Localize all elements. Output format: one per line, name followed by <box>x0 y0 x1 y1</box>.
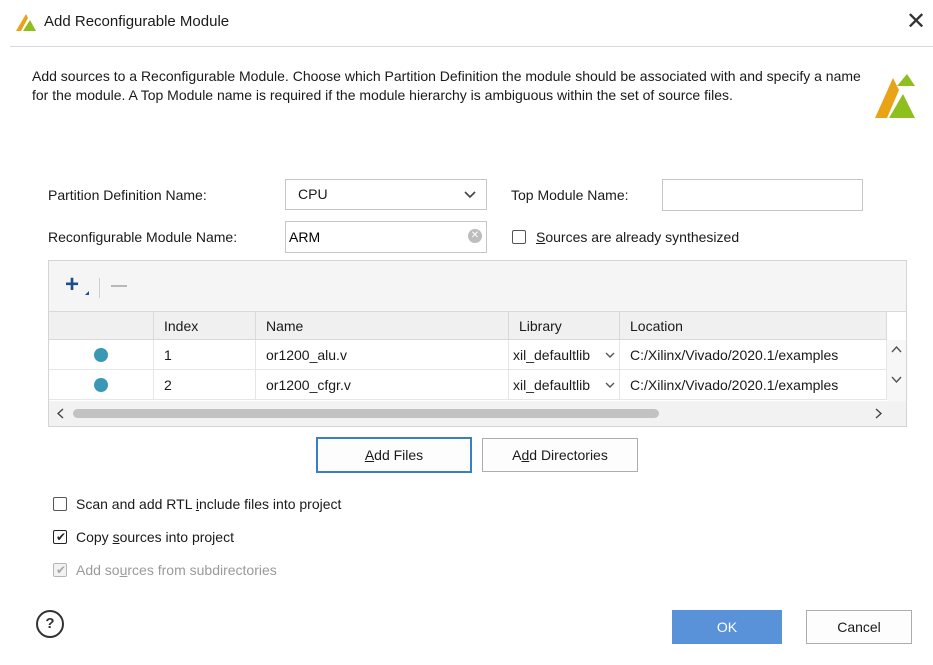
scroll-up-icon[interactable] <box>891 346 902 353</box>
partition-definition-select[interactable]: CPU <box>285 179 487 210</box>
horizontal-scroll-thumb[interactable] <box>73 409 659 418</box>
name-cell: or1200_alu.v <box>256 340 509 370</box>
close-icon[interactable]: ✕ <box>904 8 928 36</box>
chevron-down-icon <box>464 191 476 199</box>
vertical-scrollbar[interactable] <box>887 340 906 402</box>
copy-sources-checkbox[interactable]: ✔ <box>53 530 67 544</box>
help-icon[interactable]: ? <box>36 610 64 638</box>
xilinx-logo-icon <box>16 14 36 31</box>
chevron-down-icon <box>605 382 615 388</box>
column-header-library[interactable]: Library <box>509 312 620 340</box>
location-cell: C:/Xilinx/Vivado/2020.1/examples <box>620 340 887 370</box>
toolbar-separator <box>99 278 100 298</box>
column-header-index[interactable]: Index <box>154 312 256 340</box>
scroll-right-icon[interactable] <box>875 408 882 419</box>
remove-source-minus-icon[interactable] <box>111 285 127 287</box>
scan-include-files-checkbox[interactable] <box>53 497 67 511</box>
cancel-button[interactable]: Cancel <box>806 610 912 644</box>
scroll-down-icon[interactable] <box>891 376 902 383</box>
top-module-label: Top Module Name: <box>511 187 629 203</box>
top-module-input[interactable] <box>662 179 863 211</box>
add-sources-plus-icon[interactable]: + <box>65 273 79 297</box>
dialog-description: Add sources to a Reconfigurable Module. … <box>32 68 861 103</box>
scroll-left-icon[interactable] <box>57 408 64 419</box>
checkmark-icon: ✔ <box>56 530 67 544</box>
index-cell: 2 <box>154 370 256 400</box>
column-header-location[interactable]: Location <box>620 312 887 340</box>
sources-table: Index Name Library Location 1 or1200_alu… <box>49 311 906 402</box>
sources-synthesized-label: Sources are already synthesized <box>536 229 740 245</box>
location-cell: C:/Xilinx/Vivado/2020.1/examples <box>620 370 887 400</box>
rm-name-label: Reconfigurable Module Name: <box>48 229 238 245</box>
window-title: Add Reconfigurable Module <box>44 13 230 30</box>
chevron-down-icon <box>605 352 615 358</box>
checkmark-icon: ✔ <box>56 563 67 577</box>
status-cell <box>49 340 154 370</box>
sources-synthesized-checkbox[interactable] <box>512 230 526 244</box>
source-dot-icon <box>94 348 108 362</box>
index-cell: 1 <box>154 340 256 370</box>
status-cell <box>49 370 154 400</box>
scan-include-files-label: Scan and add RTL include files into proj… <box>76 496 342 512</box>
add-subdirectories-label: Add sources from subdirectories <box>76 562 277 578</box>
add-directories-button[interactable]: Add Directories <box>482 438 638 472</box>
partition-definition-label: Partition Definition Name: <box>48 187 207 203</box>
library-cell[interactable]: xil_defaultlib <box>509 370 620 400</box>
dropdown-corner-icon <box>85 291 89 295</box>
sources-panel: + Index Name Library Location 1 or1200_a… <box>48 260 907 427</box>
horizontal-scrollbar[interactable] <box>49 401 906 426</box>
library-cell[interactable]: xil_defaultlib <box>509 340 620 370</box>
column-header-status[interactable] <box>49 312 154 340</box>
add-subdirectories-checkbox: ✔ <box>53 563 67 577</box>
ok-button[interactable]: OK <box>672 610 782 644</box>
title-divider <box>10 46 933 47</box>
copy-sources-label: Copy sources into project <box>76 529 234 545</box>
partition-definition-value: CPU <box>298 186 328 202</box>
column-header-name[interactable]: Name <box>256 312 509 340</box>
name-cell: or1200_cfgr.v <box>256 370 509 400</box>
source-dot-icon <box>94 378 108 392</box>
clear-input-icon[interactable]: ✕ <box>468 229 482 243</box>
xilinx-logo-icon <box>875 74 915 118</box>
add-files-button[interactable]: Add Files <box>316 437 472 473</box>
rm-name-input[interactable] <box>285 221 487 253</box>
